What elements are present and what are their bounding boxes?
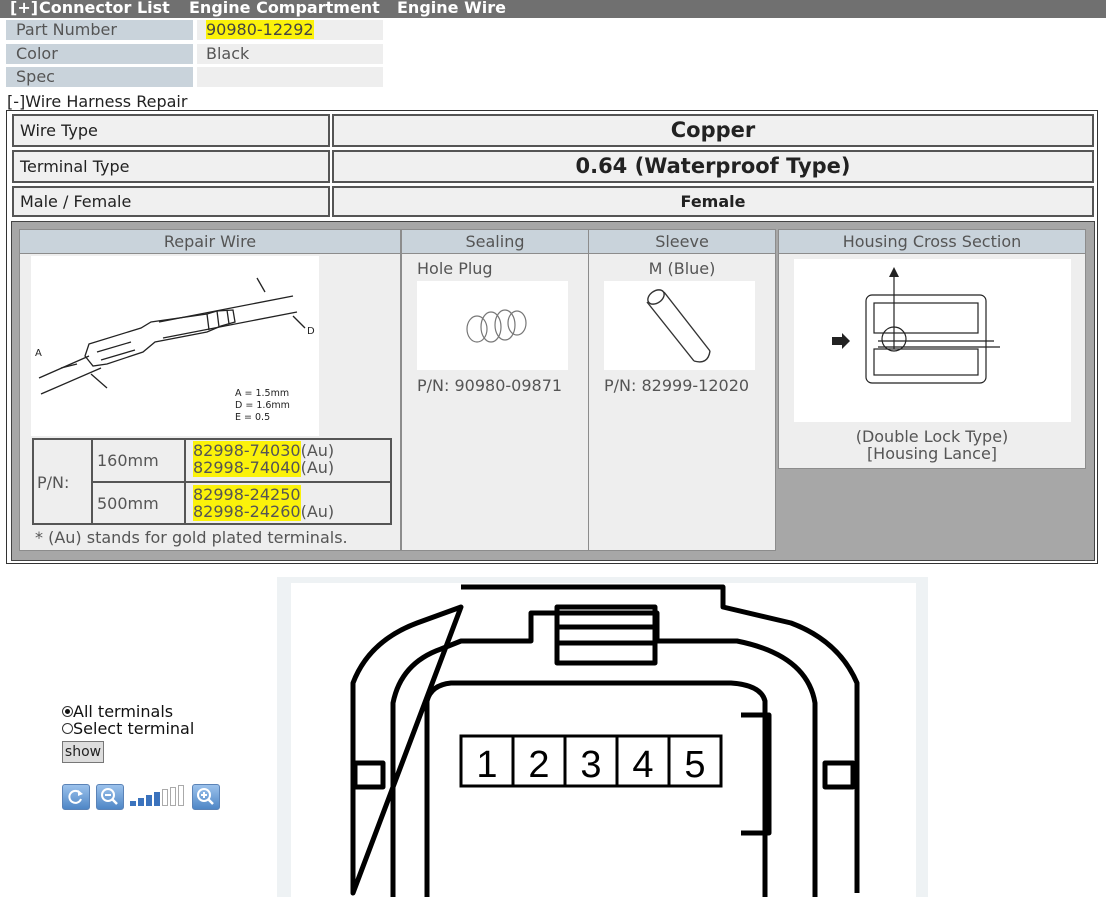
terminal-diagram: A D A = 1.5mm D = 1.6mm E = 0.5 <box>31 256 319 436</box>
refresh-icon <box>68 789 83 804</box>
repair-wire-header: Repair Wire <box>20 230 400 254</box>
pn-row-4: 82998-24260(Au) <box>193 502 335 521</box>
length-500: 500mm <box>97 494 159 513</box>
sleeve-image <box>604 281 755 370</box>
pin-3[interactable]: 3 <box>580 744 601 786</box>
terminal-type-value: 0.64 (Waterproof Type) <box>332 150 1094 183</box>
harness-label: Engine Wire <box>397 0 506 17</box>
zoom-bar-4 <box>154 792 160 806</box>
connector-face-diagram: 1 2 3 4 5 <box>350 584 860 897</box>
spec-label: Spec <box>6 67 193 87</box>
housing-column: Housing Cross Section (Double Lock Type)… <box>778 229 1086 469</box>
sealing-header: Sealing <box>402 230 588 254</box>
sealing-pn: P/N: 90980-09871 <box>417 376 563 395</box>
hole-plug-label: Hole Plug <box>417 259 493 278</box>
all-terminals-option[interactable]: All terminals <box>62 703 194 720</box>
zoom-out-button[interactable] <box>96 784 124 810</box>
zoom-out-icon <box>101 788 118 805</box>
zoom-bar-3 <box>146 795 152 806</box>
housing-header: Housing Cross Section <box>779 230 1085 254</box>
gender-value: Female <box>332 186 1094 217</box>
terminal-type-label: Terminal Type <box>12 150 330 183</box>
hole-plug-image <box>417 281 568 370</box>
zoom-bar-7 <box>178 785 184 806</box>
housing-caption-2: [Housing Lance] <box>866 444 998 463</box>
terminal-filter: All terminals Select terminal <box>62 703 194 737</box>
sleeve-pn: P/N: 82999-12020 <box>604 376 750 395</box>
zoom-level-indicator[interactable] <box>127 785 191 809</box>
select-terminal-radio[interactable] <box>62 723 73 734</box>
repair-wire-column: Repair Wire A D A = 1.5mm D = 1.6mm E = … <box>19 229 401 551</box>
pn-label: P/N: <box>37 473 70 492</box>
dim-d-label: D <box>307 326 315 337</box>
reset-view-button[interactable] <box>62 784 90 810</box>
zoom-bar-2 <box>138 798 144 806</box>
wire-type-value: Copper <box>332 114 1094 147</box>
pn-row-2: 82998-74040(Au) <box>193 458 335 477</box>
zoom-bar-1 <box>130 801 136 806</box>
sleeve-label: M (Blue) <box>648 259 716 278</box>
select-terminal-label: Select terminal <box>73 719 195 738</box>
breadcrumb-bar: [+] Connector List Engine Compartment En… <box>0 0 1106 18</box>
sleeve-column: Sleeve M (Blue) P/N: 82999-12020 <box>588 229 776 551</box>
pn-82998-24260: 82998-24260 <box>193 502 301 521</box>
zoom-in-button[interactable] <box>192 784 220 810</box>
zoom-bar-6 <box>170 787 176 806</box>
color-value: Black <box>197 44 383 64</box>
show-button[interactable]: show <box>62 741 104 763</box>
all-terminals-radio[interactable] <box>62 706 73 717</box>
zoom-in-icon <box>197 788 214 805</box>
dim-e: E = 0.5 <box>235 412 270 423</box>
pn-row-1: 82998-74030(Au) <box>193 441 334 460</box>
wire-harness-repair-toggle[interactable]: [-]Wire Harness Repair <box>7 92 187 111</box>
pin-4[interactable]: 4 <box>632 744 653 786</box>
pn-suffix: (Au) <box>300 458 335 477</box>
pin-2[interactable]: 2 <box>528 744 549 786</box>
expand-toggle[interactable]: [+] <box>10 0 38 17</box>
color-label: Color <box>6 44 193 64</box>
wire-type-label: Wire Type <box>12 114 330 147</box>
spec-value <box>197 67 383 87</box>
dim-a: A = 1.5mm <box>235 388 289 399</box>
housing-cross-section-image <box>794 259 1071 422</box>
part-number-value: 90980-12292 <box>197 20 383 40</box>
part-number-label: Part Number <box>6 20 193 40</box>
gold-note: * (Au) stands for gold plated terminals. <box>35 528 348 547</box>
sealing-column: Sealing Hole Plug P/N: 90980-09871 <box>401 229 589 551</box>
part-number-text: 90980-12292 <box>206 20 314 39</box>
pn-row-3: 82998-24250 <box>193 485 301 504</box>
location-label: Engine Compartment <box>189 0 380 17</box>
gender-label: Male / Female <box>12 186 330 217</box>
pn-suffix: (Au) <box>300 502 335 521</box>
connector-list-link[interactable]: Connector List <box>39 0 170 17</box>
housing-caption-1: (Double Lock Type) <box>855 427 1009 446</box>
select-terminal-option[interactable]: Select terminal <box>62 720 194 737</box>
length-160: 160mm <box>97 451 159 470</box>
connector-view[interactable]: 1 2 3 4 5 <box>291 583 916 897</box>
dim-a-label: A <box>35 348 42 359</box>
pin-1[interactable]: 1 <box>476 744 497 786</box>
sleeve-header: Sleeve <box>589 230 775 254</box>
zoom-bar-5 <box>162 789 168 806</box>
pin-5[interactable]: 5 <box>684 744 705 786</box>
pn-82998-74040: 82998-74040 <box>193 458 301 477</box>
dim-d: D = 1.6mm <box>235 400 290 411</box>
